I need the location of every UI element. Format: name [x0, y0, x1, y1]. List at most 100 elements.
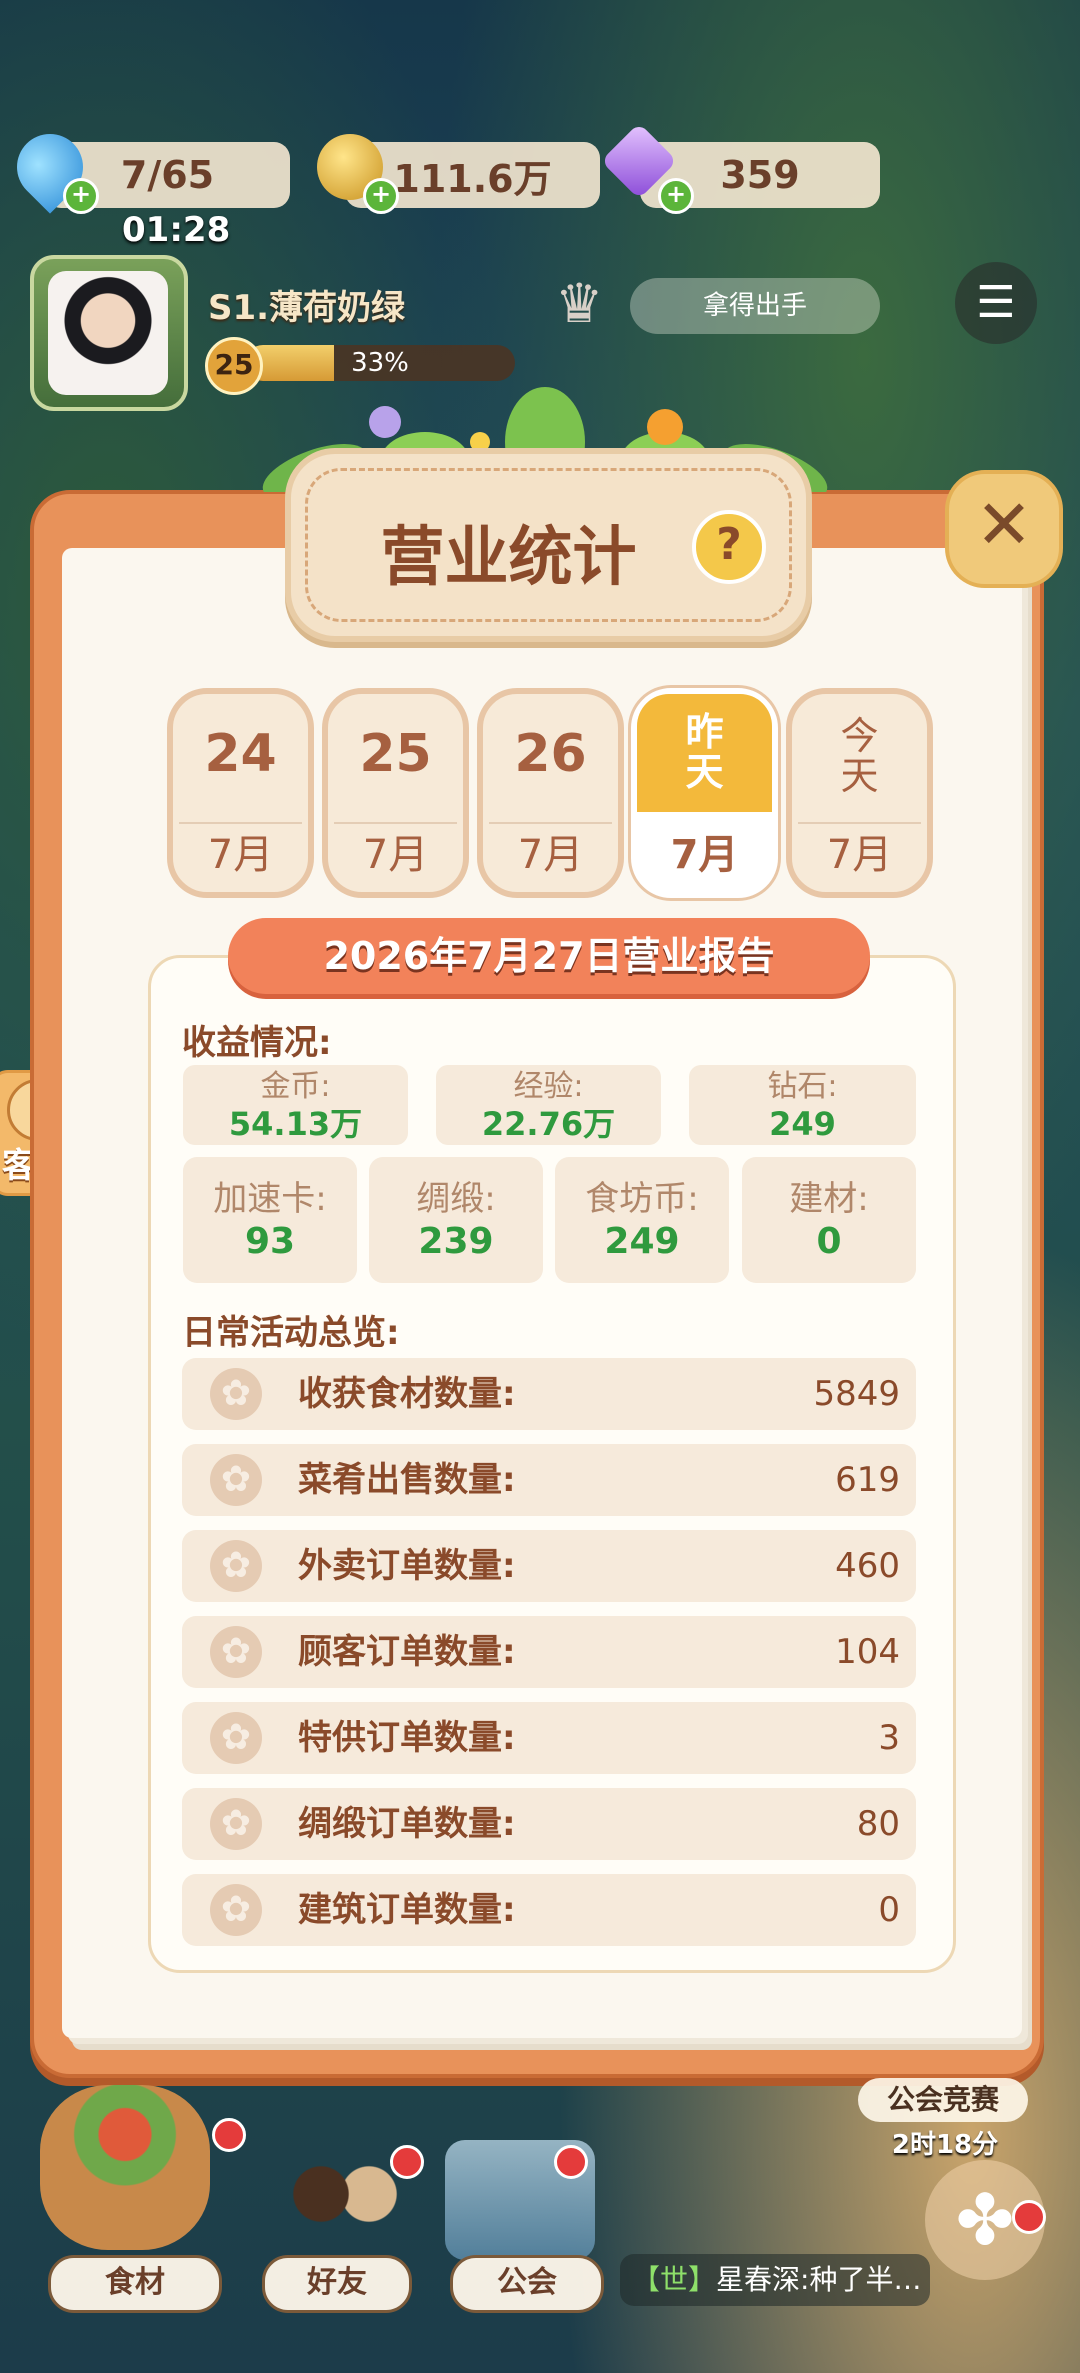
date-tab-day: 24: [204, 724, 277, 784]
notification-dot: [390, 2145, 424, 2179]
notification-dot: [554, 2145, 588, 2179]
stat-value: 249: [604, 1221, 680, 1262]
stat-value: 0: [816, 1221, 842, 1262]
income-material: 建材: 0: [742, 1157, 916, 1283]
daily-value: 619: [835, 1460, 900, 1500]
stat-value: 249: [769, 1105, 836, 1143]
stat-label: 金币:: [260, 1069, 331, 1104]
date-tab-month: 7月: [670, 832, 739, 878]
close-icon[interactable]: ✕: [945, 470, 1063, 588]
date-tab-day: 25: [359, 724, 432, 784]
date-tab-day-char: 天: [840, 754, 879, 798]
world-chat-bar[interactable]: 【世】星春深:种了半…: [620, 2254, 930, 2306]
gold-value: 111.6万: [393, 156, 552, 201]
gem-value: 359: [720, 153, 800, 197]
income-diamond: 钻石: 249: [689, 1065, 916, 1145]
crown-icon[interactable]: ♛: [555, 272, 603, 335]
gold-resource[interactable]: + 111.6万: [317, 134, 600, 214]
chat-message: 星春深:种了半…: [716, 2263, 922, 2296]
catch-button[interactable]: 拿得出手: [630, 278, 880, 334]
income-food-coin: 食坊币: 249: [555, 1157, 729, 1283]
date-tab-day-char: 天: [685, 750, 724, 794]
ingredients-button[interactable]: 食材: [48, 2255, 222, 2313]
stat-label: 食坊币:: [585, 1179, 699, 1219]
list-item: ✿ 绸缎订单数量: 80: [182, 1788, 916, 1860]
daily-label: 特供订单数量:: [298, 1718, 516, 1758]
help-icon[interactable]: ?: [692, 510, 766, 584]
notification-dot: [212, 2118, 246, 2152]
list-item: ✿ 外卖订单数量: 460: [182, 1530, 916, 1602]
date-tab-day: 26: [514, 724, 587, 784]
date-tab-24[interactable]: 24 7月: [167, 688, 314, 898]
report-header: 2026年7月27日营业报告: [228, 918, 870, 994]
panel-title-plate: 营业统计 ?: [285, 448, 812, 642]
player-avatar-frame[interactable]: [30, 255, 188, 411]
daily-label: 建筑订单数量:: [298, 1890, 516, 1930]
stat-value: 54.13万: [228, 1105, 363, 1143]
date-tab-26[interactable]: 26 7月: [477, 688, 624, 898]
add-water-icon[interactable]: +: [63, 178, 99, 214]
list-item: ✿ 建筑订单数量: 0: [182, 1874, 916, 1946]
add-gold-icon[interactable]: +: [363, 178, 399, 214]
income-exp: 经验: 22.76万: [436, 1065, 661, 1145]
date-tab-today[interactable]: 今 天 7月: [786, 688, 933, 898]
today-tab-header: 今 天: [792, 716, 927, 796]
daily-label: 菜肴出售数量:: [298, 1460, 516, 1500]
date-tab-25[interactable]: 25 7月: [322, 688, 469, 898]
income-speedup-card: 加速卡: 93: [183, 1157, 357, 1283]
stat-value: 22.76万: [481, 1105, 616, 1143]
daily-value: 3: [878, 1718, 900, 1758]
stat-label: 绸缎:: [416, 1179, 496, 1219]
gem-resource[interactable]: + 359: [600, 122, 880, 214]
date-tab-month: 7月: [826, 832, 893, 878]
water-timer: 01:28: [122, 210, 231, 250]
rose-icon: ✿: [210, 1626, 262, 1678]
stat-label: 加速卡:: [213, 1179, 327, 1219]
stat-label: 经验:: [513, 1069, 584, 1104]
guild-competition-timer: 2时18分: [891, 2130, 999, 2160]
add-gem-icon[interactable]: +: [658, 178, 694, 214]
income-section-title: 收益情况:: [182, 1023, 332, 1063]
date-tab-day-char: 今: [840, 714, 879, 758]
player-name: S1.薄荷奶绿: [208, 288, 406, 328]
daily-value: 80: [856, 1804, 900, 1844]
avatar: [48, 271, 168, 395]
daily-value: 0: [878, 1890, 900, 1930]
daily-label: 顾客订单数量:: [298, 1632, 516, 1672]
daily-value: 5849: [813, 1374, 900, 1414]
notification-dot: [1012, 2200, 1046, 2234]
ingredient-basket-icon[interactable]: [40, 2085, 210, 2250]
date-tab-day-char: 昨: [685, 710, 724, 754]
income-silk: 绸缎: 239: [369, 1157, 543, 1283]
stat-value: 93: [244, 1221, 296, 1262]
rose-icon: ✿: [210, 1884, 262, 1936]
panel-title: 营业统计: [380, 521, 637, 595]
guild-button[interactable]: 公会: [450, 2255, 604, 2313]
rose-icon: ✿: [210, 1368, 262, 1420]
friends-button[interactable]: 好友: [262, 2255, 412, 2313]
daily-label: 外卖订单数量:: [298, 1546, 516, 1586]
list-item: ✿ 收获食材数量: 5849: [182, 1358, 916, 1430]
list-item: ✿ 顾客订单数量: 104: [182, 1616, 916, 1688]
list-item: ✿ 菜肴出售数量: 619: [182, 1444, 916, 1516]
daily-label: 收获食材数量:: [298, 1374, 516, 1414]
menu-icon[interactable]: ☰: [955, 262, 1037, 344]
list-item: ✿ 特供订单数量: 3: [182, 1702, 916, 1774]
water-resource[interactable]: + 7/65: [3, 120, 290, 214]
daily-section-title: 日常活动总览:: [182, 1313, 400, 1353]
rose-icon: ✿: [210, 1454, 262, 1506]
guild-competition-button[interactable]: 公会竞赛: [858, 2078, 1028, 2122]
income-gold: 金币: 54.13万: [183, 1065, 408, 1145]
water-value: 7/65: [120, 153, 215, 197]
daily-value: 460: [835, 1546, 900, 1586]
stat-value: 239: [418, 1221, 494, 1262]
date-tab-month: 7月: [207, 832, 274, 878]
rose-icon: ✿: [210, 1798, 262, 1850]
daily-value: 104: [835, 1632, 900, 1672]
selected-tab-header: 昨 天: [637, 694, 772, 812]
rose-icon: ✿: [210, 1540, 262, 1592]
date-tab-month: 7月: [362, 832, 429, 878]
date-tab-yesterday[interactable]: 昨 天 7月: [631, 688, 778, 898]
chat-channel: 【世】: [632, 2263, 717, 2296]
xp-bar: 33%: [245, 345, 515, 381]
